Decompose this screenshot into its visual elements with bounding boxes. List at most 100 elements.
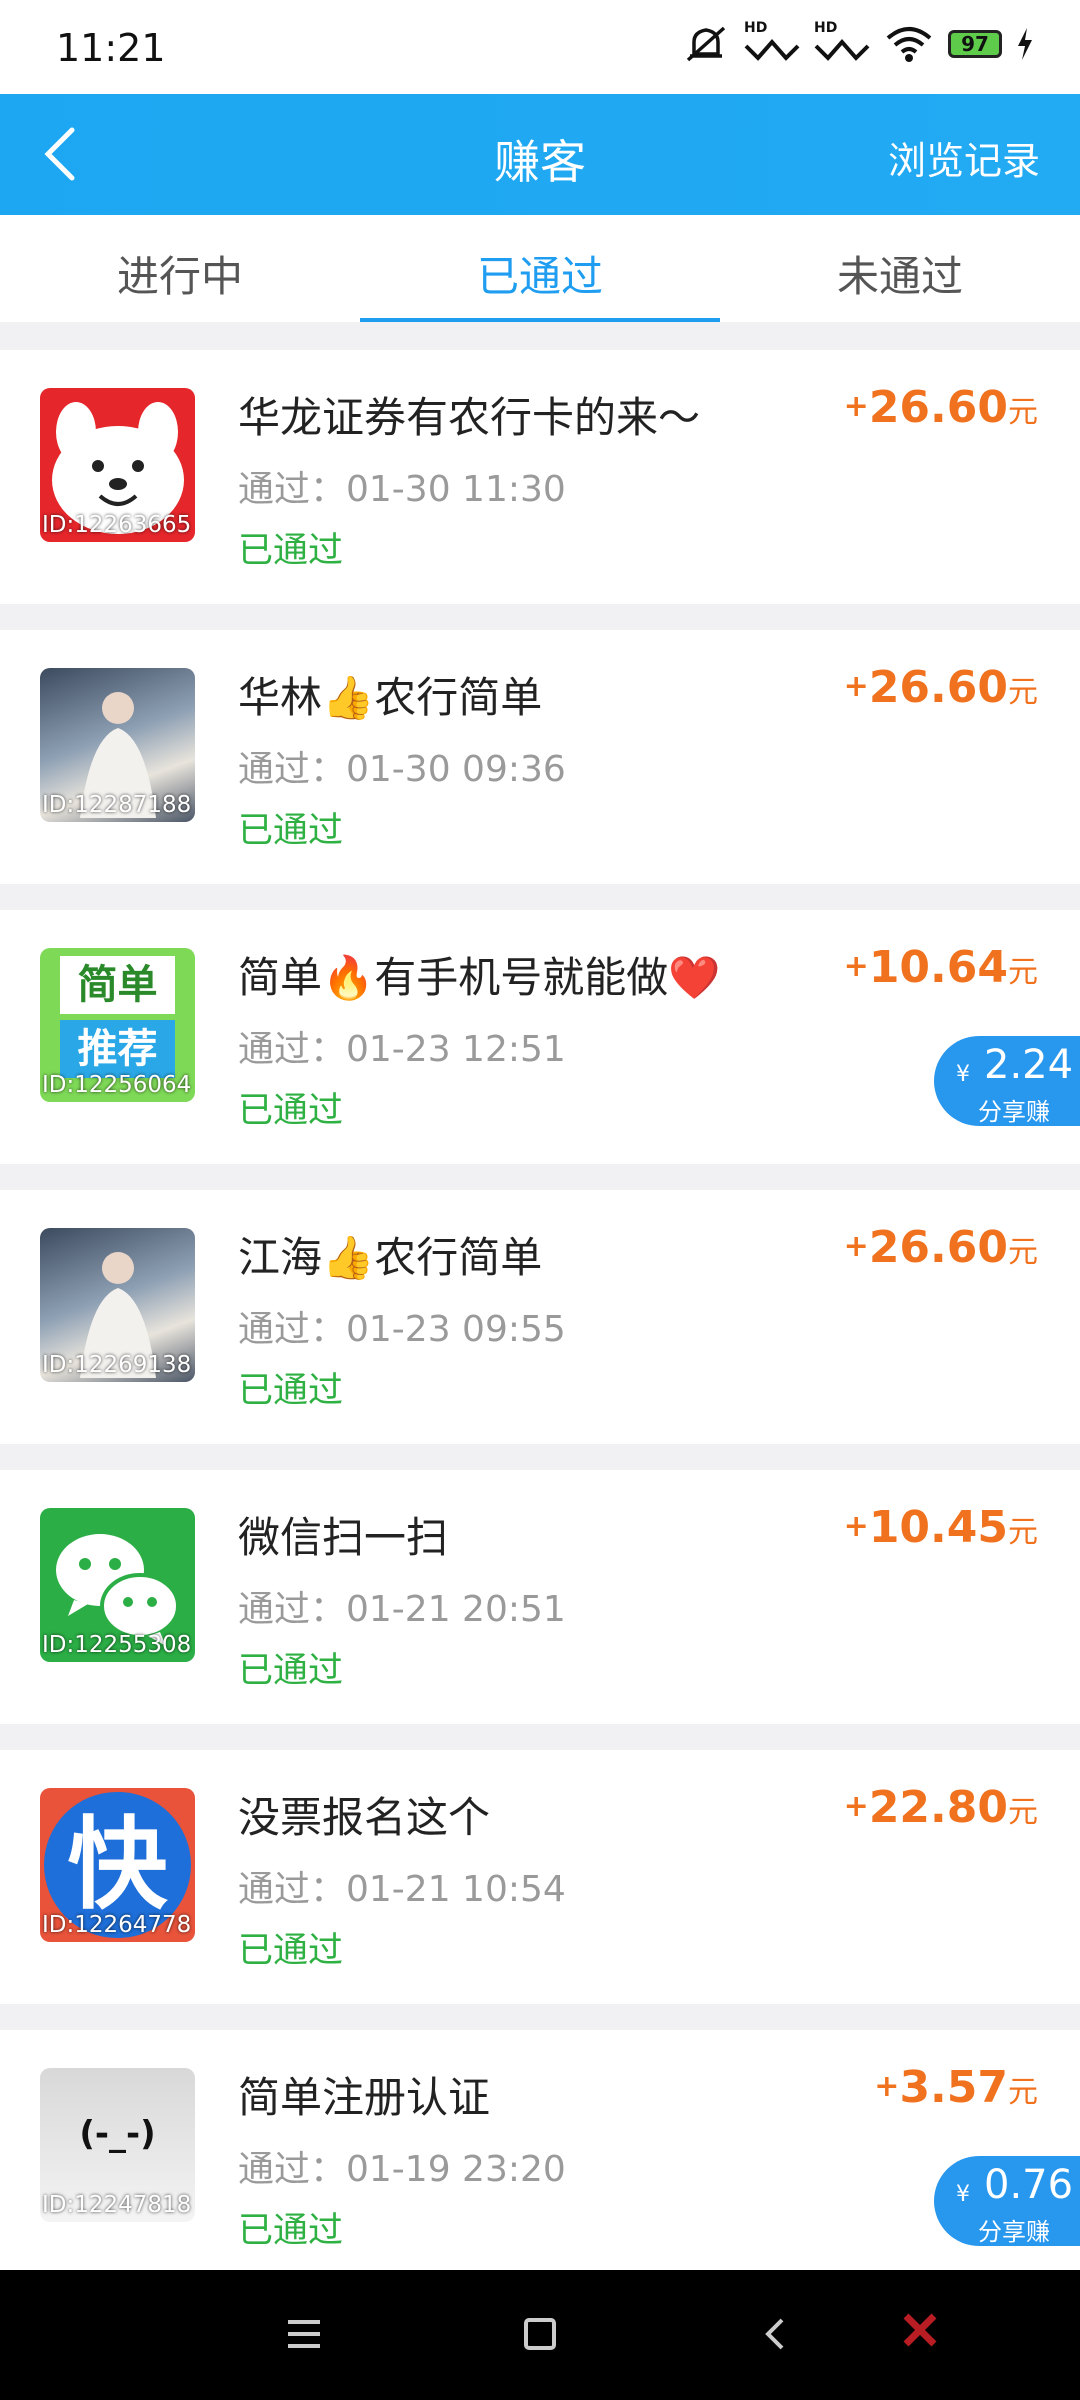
pass-time: 通过：01-21 20:51: [238, 1589, 566, 1630]
task-thumbnail: ID:12263665: [40, 388, 195, 542]
amount-unit: 元: [1008, 675, 1038, 710]
browse-history-button[interactable]: 浏览记录: [888, 130, 1040, 185]
reward-amount: +10.64元: [844, 942, 1038, 993]
task-id: ID:12255308: [42, 1632, 192, 1658]
thumb-text-bottom: 推荐: [60, 1020, 175, 1078]
status-label: 已通过: [238, 531, 344, 571]
amount-value: 10.64: [868, 942, 1008, 993]
pass-time: 通过：01-30 09:36: [238, 749, 566, 790]
share-label: 分享赚: [978, 1098, 1050, 1126]
task-thumbnail: 快 ID:12264778: [40, 1788, 195, 1942]
mute-icon: [686, 26, 726, 62]
battery-indicator: 97: [948, 30, 1002, 58]
plus-sign: +: [843, 949, 869, 984]
task-id: ID:12263665: [42, 512, 192, 538]
status-label: 已通过: [238, 2211, 344, 2251]
share-value: 0.76: [984, 2162, 1074, 2208]
task-thumbnail: 简单 推荐 ID:12256064: [40, 948, 195, 1102]
status-label: 已通过: [238, 1651, 344, 1691]
charging-icon: [1018, 28, 1032, 60]
amount-unit: 元: [1008, 1515, 1038, 1550]
app-bar: 赚客 浏览记录: [0, 94, 1080, 215]
task-thumbnail: ID:12269138: [40, 1228, 195, 1382]
task-name: 简单注册认证: [238, 2073, 491, 2122]
task-thumbnail: ID:12255308: [40, 1508, 195, 1662]
share-value: 2.24: [984, 1042, 1074, 1088]
status-time: 11:21: [56, 26, 166, 70]
status-label: 已通过: [238, 1371, 344, 1411]
face-emoticon-icon: (-_-): [40, 2114, 195, 2154]
back-icon[interactable]: [756, 2314, 796, 2354]
reward-amount: +10.45元: [844, 1502, 1038, 1553]
reward-amount: +22.80元: [844, 1782, 1038, 1833]
reward-amount: +3.57元: [874, 2062, 1038, 2113]
plus-sign: +: [843, 669, 869, 704]
reward-amount: +26.60元: [844, 382, 1038, 433]
watermark-logo-icon: [903, 2313, 937, 2347]
list-item[interactable]: ID:12269138 江海👍农行简单 通过：01-23 09:55 已通过 +…: [0, 1190, 1080, 1444]
list-item[interactable]: (-_-) ID:12247818 简单注册认证 通过：01-19 23:20 …: [0, 2030, 1080, 2270]
thumb-text: 快: [67, 1806, 168, 1923]
task-id: ID:12256064: [42, 1072, 192, 1098]
share-label: 分享赚: [978, 2218, 1050, 2246]
amount-unit: 元: [1008, 1235, 1038, 1270]
tab-passed[interactable]: 已通过: [360, 243, 720, 304]
status-icons: HD HD 97: [684, 20, 1034, 64]
amount-unit: 元: [1008, 1795, 1038, 1830]
pass-time: 通过：01-23 09:55: [238, 1309, 566, 1350]
status-label: 已通过: [238, 1931, 344, 1971]
plus-sign: +: [843, 389, 869, 424]
plus-sign: +: [843, 1789, 869, 1824]
amount-unit: 元: [1008, 955, 1038, 990]
thumb-text-top: 简单: [60, 956, 175, 1014]
plus-sign: +: [843, 1509, 869, 1544]
list-item[interactable]: ID:12263665 华龙证券有农行卡的来～ 通过：01-30 11:30 已…: [0, 350, 1080, 604]
pass-time: 通过：01-30 11:30: [238, 469, 566, 510]
system-nav-bar: [0, 2270, 1080, 2400]
tab-in-progress[interactable]: 进行中: [0, 243, 360, 304]
list-item[interactable]: 快 ID:12264778 没票报名这个 通过：01-21 10:54 已通过 …: [0, 1750, 1080, 2004]
yen-symbol: ¥: [956, 1062, 970, 1087]
home-icon[interactable]: [520, 2314, 560, 2354]
reward-amount: +26.60元: [844, 1222, 1038, 1273]
amount-unit: 元: [1008, 395, 1038, 430]
wifi-icon: [886, 27, 932, 62]
list-item[interactable]: ID:12255308 微信扫一扫 通过：01-21 20:51 已通过 +10…: [0, 1470, 1080, 1724]
amount-value: 26.60: [868, 1222, 1008, 1273]
list-item[interactable]: ID:12287188 华林👍农行简单 通过：01-30 09:36 已通过 +…: [0, 630, 1080, 884]
amount-value: 26.60: [868, 382, 1008, 433]
signal-hd-1: HD: [744, 20, 800, 64]
amount-value: 3.57: [899, 2062, 1008, 2113]
task-name: 微信扫一扫: [238, 1513, 449, 1562]
task-name: 华龙证券有农行卡的来～: [238, 393, 701, 442]
task-id: ID:12269138: [42, 1352, 192, 1378]
amount-value: 22.80: [868, 1782, 1008, 1833]
plus-sign: +: [874, 2069, 900, 2104]
yen-symbol: ¥: [956, 2182, 970, 2207]
tab-not-passed[interactable]: 未通过: [720, 243, 1080, 304]
menu-icon[interactable]: [284, 2314, 324, 2354]
plus-sign: +: [843, 1229, 869, 1264]
thumb-text: (-_-): [79, 2114, 156, 2154]
task-id: ID:12287188: [42, 792, 192, 818]
pass-time: 通过：01-19 23:20: [238, 2149, 566, 2190]
task-name: 华林👍农行简单: [238, 673, 543, 722]
pass-time: 通过：01-21 10:54: [238, 1869, 566, 1910]
task-id: ID:12247818: [42, 2192, 192, 2218]
task-thumbnail: ID:12287188: [40, 668, 195, 822]
task-list: ID:12263665 华龙证券有农行卡的来～ 通过：01-30 11:30 已…: [0, 322, 1080, 2270]
task-id: ID:12264778: [42, 1912, 192, 1938]
list-item[interactable]: 简单 推荐 ID:12256064 简单🔥有手机号就能做❤️ 通过：01-23 …: [0, 910, 1080, 1164]
share-earn-badge[interactable]: ¥ 2.24 分享赚: [934, 1036, 1080, 1126]
task-name: 没票报名这个: [238, 1793, 491, 1842]
status-label: 已通过: [238, 811, 344, 851]
task-name: 江海👍农行简单: [238, 1233, 543, 1282]
hd-label: HD: [814, 20, 838, 36]
status-tabs: 进行中 已通过 未通过: [0, 215, 1080, 322]
status-bar: 11:21 HD HD 97: [0, 0, 1080, 94]
amount-value: 10.45: [868, 1502, 1008, 1553]
share-earn-badge[interactable]: ¥ 0.76 分享赚: [934, 2156, 1080, 2246]
status-label: 已通过: [238, 1091, 344, 1131]
amount-value: 26.60: [868, 662, 1008, 713]
task-thumbnail: (-_-) ID:12247818: [40, 2068, 195, 2222]
